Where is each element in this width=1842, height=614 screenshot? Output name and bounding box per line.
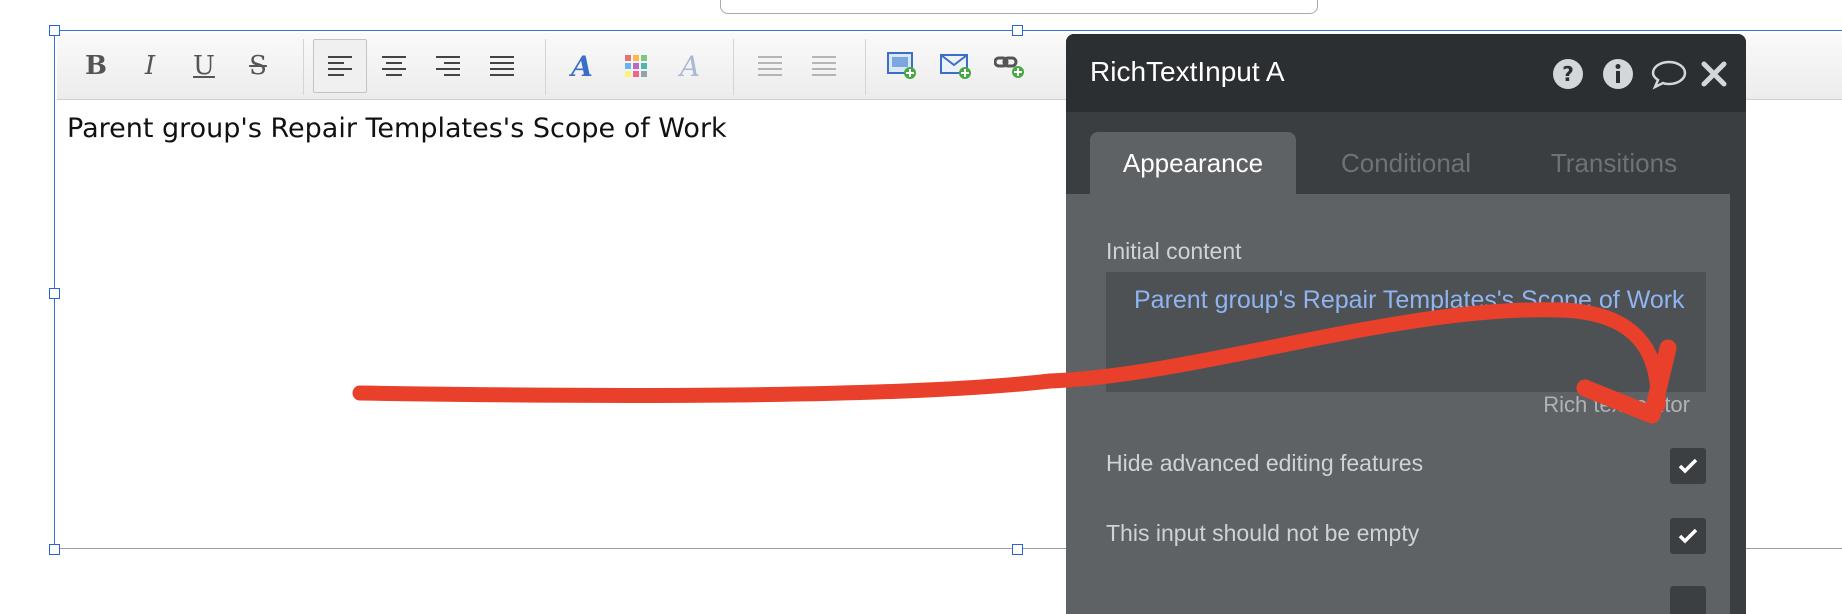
align-right-button[interactable] — [421, 39, 475, 93]
comment-icon[interactable] — [1650, 58, 1688, 90]
indent-icon — [812, 56, 836, 76]
panel-scrollbar[interactable] — [1730, 194, 1746, 614]
justify-icon — [490, 56, 514, 76]
info-icon[interactable] — [1602, 58, 1634, 90]
justify-button[interactable] — [475, 39, 529, 93]
help-icon[interactable]: ? — [1552, 58, 1584, 90]
not-empty-label: This input should not be empty — [1106, 520, 1420, 546]
tab-appearance[interactable]: Appearance — [1090, 132, 1296, 194]
outdent-button[interactable] — [743, 39, 797, 93]
clear-format-button[interactable]: A — [663, 39, 717, 93]
insert-email-button[interactable] — [929, 39, 983, 93]
font-style-button[interactable]: A — [555, 39, 609, 93]
strikethrough-button[interactable]: S — [231, 39, 285, 93]
initial-content-field[interactable]: Parent group's Repair Templates's Scope … — [1106, 272, 1706, 392]
align-center-icon — [382, 56, 406, 76]
next-option-checkbox[interactable] — [1670, 586, 1706, 614]
hide-advanced-label: Hide advanced editing features — [1106, 450, 1424, 476]
close-icon[interactable] — [1700, 58, 1728, 90]
initial-content-label: Initial content — [1106, 238, 1242, 264]
bold-button[interactable]: B — [69, 39, 123, 93]
tab-transitions[interactable]: Transitions — [1516, 132, 1712, 194]
insert-link-button[interactable] — [983, 39, 1037, 93]
underline-button[interactable]: U — [177, 39, 231, 93]
outdent-icon — [758, 56, 782, 76]
align-right-icon — [436, 56, 460, 76]
panel-header: RichTextInput A ? — [1066, 34, 1746, 112]
align-center-button[interactable] — [367, 39, 421, 93]
image-icon — [887, 52, 916, 79]
italic-button[interactable]: I — [123, 39, 177, 93]
link-icon — [994, 56, 1024, 78]
initial-content-value: Parent group's Repair Templates's Scope … — [1134, 286, 1685, 314]
rich-text-editor-link[interactable]: Rich text editor — [1543, 392, 1690, 418]
resize-handle-top-left[interactable] — [49, 25, 60, 36]
font-icon: A — [571, 49, 593, 83]
align-left-button[interactable] — [313, 39, 367, 93]
top-expression-field[interactable] — [720, 0, 1318, 14]
color-palette-icon — [625, 55, 647, 77]
resize-handle-bottom-middle[interactable] — [1012, 544, 1023, 555]
resize-handle-middle-left[interactable] — [49, 288, 60, 299]
resize-handle-bottom-left[interactable] — [49, 544, 60, 555]
color-button[interactable] — [609, 39, 663, 93]
email-icon — [940, 54, 971, 79]
checkmark-icon — [1678, 528, 1698, 544]
panel-title: RichTextInput A — [1090, 56, 1285, 87]
tab-conditional[interactable]: Conditional — [1310, 132, 1502, 194]
align-left-icon — [328, 56, 352, 76]
resize-handle-top-middle[interactable] — [1012, 25, 1023, 36]
insert-image-button[interactable] — [875, 39, 929, 93]
property-editor-panel: RichTextInput A ? Appearance Conditional… — [1066, 34, 1746, 614]
clear-format-icon: A — [679, 49, 701, 83]
hide-advanced-checkbox[interactable] — [1670, 448, 1706, 484]
editor-content[interactable]: Parent group's Repair Templates's Scope … — [67, 113, 727, 144]
panel-body: Initial content Parent group's Repair Te… — [1066, 194, 1746, 614]
panel-tabs: Appearance Conditional Transitions — [1066, 112, 1746, 194]
svg-text:?: ? — [1562, 62, 1574, 86]
not-empty-checkbox[interactable] — [1670, 518, 1706, 554]
indent-button[interactable] — [797, 39, 851, 93]
checkmark-icon — [1678, 458, 1698, 474]
